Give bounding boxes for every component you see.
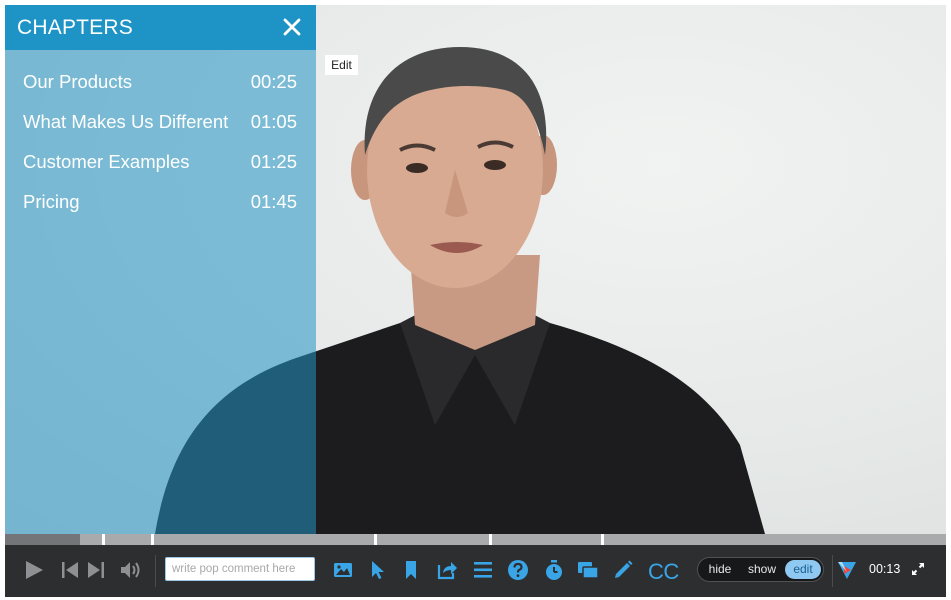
pencil-icon (615, 560, 633, 578)
add-bookmark-button[interactable] (402, 559, 420, 581)
chapter-name: Our Products (23, 71, 132, 92)
add-hotspot-button[interactable] (368, 559, 388, 581)
brand-logo-icon (838, 562, 856, 579)
add-image-button[interactable] (332, 559, 354, 581)
pop-comment-input[interactable] (165, 557, 315, 581)
timer-icon (546, 560, 562, 580)
chapter-marker[interactable] (102, 534, 105, 545)
fullscreen-icon (912, 563, 924, 575)
chapter-item-customer-examples[interactable]: Customer Examples 01:25 (5, 143, 316, 183)
list-icon (474, 562, 492, 578)
next-chapter-button[interactable] (86, 560, 106, 580)
chapter-time: 01:25 (250, 151, 297, 172)
skip-back-icon (62, 562, 78, 578)
control-bar: CC hide show edit 00:13 (5, 545, 946, 597)
fullscreen-button[interactable] (910, 561, 926, 577)
share-icon (437, 562, 457, 580)
question-icon (508, 560, 528, 580)
close-chapters-button[interactable] (278, 13, 306, 41)
closed-captions-button[interactable]: CC (648, 559, 679, 585)
chapter-name: What Makes Us Different (23, 111, 229, 132)
add-question-button[interactable] (507, 559, 529, 581)
divider (832, 555, 833, 587)
chapter-item-pricing[interactable]: Pricing 01:45 (5, 183, 316, 223)
pointer-icon (372, 561, 384, 579)
chapter-time: 01:45 (250, 191, 297, 212)
previous-chapter-button[interactable] (60, 560, 80, 580)
play-button[interactable] (23, 559, 45, 581)
brand-logo[interactable] (836, 559, 858, 581)
chapter-marker[interactable] (601, 534, 604, 545)
edit-overlay-button[interactable]: Edit (325, 55, 358, 75)
timer-button[interactable] (543, 559, 565, 581)
skip-forward-icon (88, 562, 104, 578)
chapter-marker[interactable] (374, 534, 377, 545)
chapters-header: CHAPTERS (5, 5, 316, 50)
chapter-time: 01:05 (250, 111, 297, 132)
chapters-list-button[interactable] (472, 559, 494, 581)
chapter-marker[interactable] (489, 534, 492, 545)
draw-button[interactable] (612, 559, 634, 581)
mode-edit[interactable]: edit (785, 560, 821, 579)
close-icon (283, 18, 301, 36)
share-button[interactable] (436, 559, 458, 581)
current-time: 00:13 (869, 562, 901, 576)
chapter-name: Pricing (23, 191, 80, 212)
chat-icon (578, 562, 599, 579)
chapters-title: CHAPTERS (17, 16, 133, 39)
chapter-item-our-products[interactable]: Our Products 00:25 (5, 63, 316, 103)
progress-played (5, 534, 81, 545)
video-player: CHAPTERS Our Products 00:25 What Makes U… (5, 5, 946, 597)
play-icon (26, 561, 43, 579)
chapter-item-what-makes-us-different[interactable]: What Makes Us Different 01:05 (5, 103, 316, 143)
mode-hide[interactable]: hide (704, 560, 736, 579)
chapter-marker[interactable] (151, 534, 154, 545)
volume-button[interactable] (119, 559, 143, 581)
chapters-panel: CHAPTERS Our Products 00:25 What Makes U… (5, 5, 316, 534)
mode-show[interactable]: show (743, 560, 781, 579)
chapter-time: 00:25 (250, 71, 297, 92)
divider (155, 555, 156, 587)
chapter-name: Customer Examples (23, 151, 190, 172)
mode-toggle: hide show edit (697, 557, 824, 582)
progress-track[interactable] (5, 534, 946, 545)
bookmark-icon (406, 561, 416, 579)
chapter-list: Our Products 00:25 What Makes Us Differe… (5, 63, 316, 223)
volume-icon (121, 562, 140, 578)
image-icon (334, 563, 352, 577)
comments-button[interactable] (577, 560, 599, 580)
